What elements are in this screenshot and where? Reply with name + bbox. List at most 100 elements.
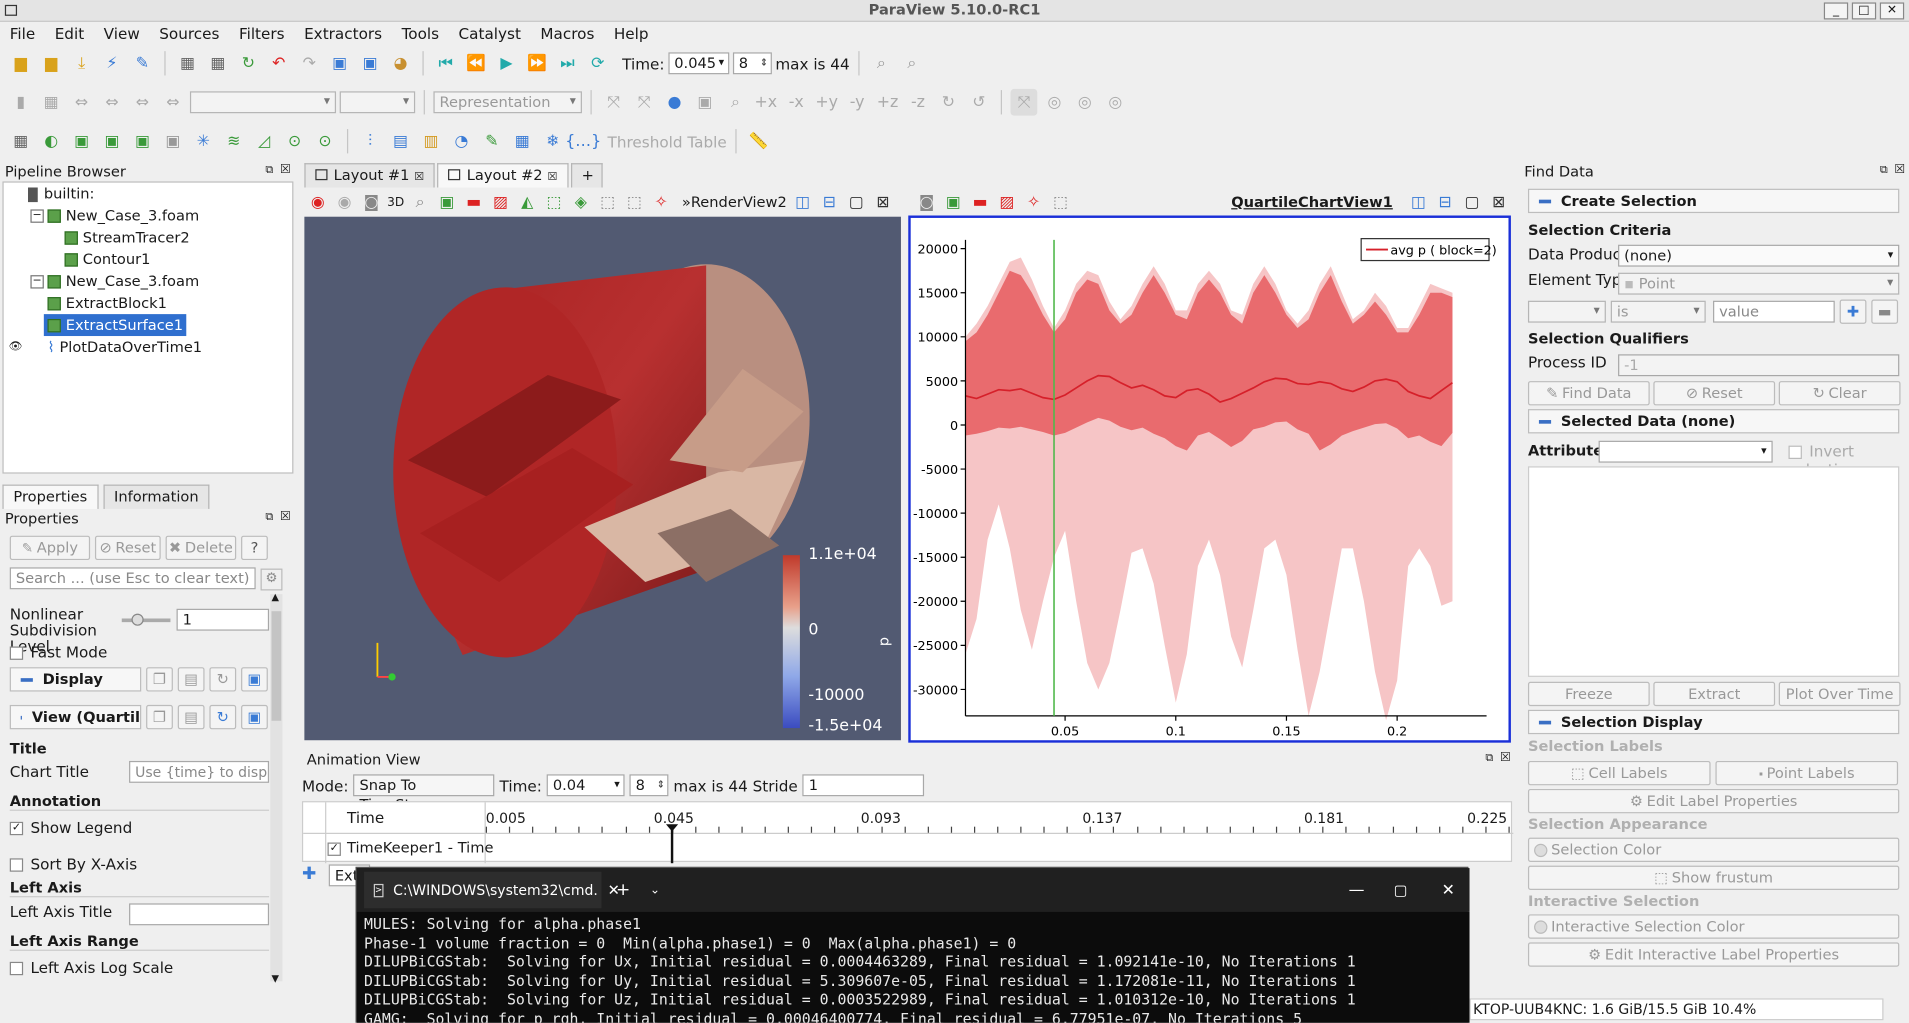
capture-all-icon[interactable]: ◉: [334, 189, 356, 216]
collapse-icon[interactable]: −: [30, 209, 44, 223]
show-frustum-button[interactable]: ⬚ Show frustum: [1527, 865, 1900, 890]
group-icon[interactable]: ⊙: [281, 128, 308, 155]
stream-tracer-icon[interactable]: ≋: [220, 128, 247, 155]
copy-icon[interactable]: ❐: [146, 667, 173, 692]
time-cursor[interactable]: [670, 826, 674, 864]
probe-icon[interactable]: ◔: [448, 128, 475, 155]
clear-selection-icon[interactable]: ✧: [1023, 189, 1045, 216]
zoom-to-box-icon[interactable]: ⌕: [722, 89, 749, 116]
menu-view[interactable]: View: [94, 22, 150, 45]
select-cells-icon[interactable]: ▣: [436, 189, 458, 216]
point-labels-button[interactable]: ⬝ Point Labels: [1715, 760, 1899, 786]
plot-over-line-icon[interactable]: ⫶: [357, 128, 384, 155]
3d-toggle-button[interactable]: 3D: [387, 195, 404, 208]
render-view-3d[interactable]: 1.1e+04 0 -10000 -1.5e+04 p: [304, 216, 901, 741]
freeze-button[interactable]: Freeze: [1527, 681, 1650, 707]
criteria-operator-combo[interactable]: is: [1610, 300, 1706, 323]
stride-input[interactable]: 1: [802, 774, 925, 797]
maximize-view-icon[interactable]: ▢: [1461, 189, 1483, 216]
custom-range-icon[interactable]: ⇔: [99, 89, 126, 116]
menu-extractors[interactable]: Extractors: [294, 22, 391, 45]
menu-file[interactable]: File: [0, 22, 45, 45]
chart-title-input[interactable]: Use {time} to displ...: [129, 760, 270, 783]
edit-interactive-button[interactable]: ⚙ Edit Interactive Label Properties: [1527, 942, 1900, 967]
help-button[interactable]: ?: [241, 535, 268, 561]
camera-redo-icon[interactable]: ▣: [357, 50, 384, 77]
representation-combo[interactable]: Representation: [433, 91, 582, 114]
restore-icon[interactable]: ↻: [209, 704, 237, 730]
extract-level-icon[interactable]: ⊙: [312, 128, 339, 155]
close-button[interactable]: ✕: [1879, 2, 1905, 20]
panel-float-icon[interactable]: ⧉: [265, 511, 273, 523]
toggle-icon[interactable]: ▮: [7, 89, 34, 116]
menu-sources[interactable]: Sources: [150, 22, 230, 45]
split-vertical-icon[interactable]: ⊟: [818, 189, 840, 216]
selected-data-header[interactable]: Selected Data (none): [1527, 409, 1900, 434]
select-polygon-icon[interactable]: ◭: [516, 189, 538, 216]
view-plus-x-icon[interactable]: +x: [752, 89, 779, 116]
tab-dropdown-icon[interactable]: ⌄: [650, 883, 660, 896]
interactive-color-button[interactable]: Interactive Selection Color: [1527, 914, 1900, 939]
save-default-icon[interactable]: ▣: [241, 704, 268, 730]
menu-macros[interactable]: Macros: [531, 22, 604, 45]
create-selection-header[interactable]: Create Selection: [1527, 188, 1900, 214]
new-layout-button[interactable]: +: [570, 163, 603, 188]
display-section-header[interactable]: Display: [9, 667, 142, 692]
terminal-close-icon[interactable]: ✕: [1442, 881, 1455, 899]
redo-icon[interactable]: ↷: [296, 50, 323, 77]
contour-icon[interactable]: ◐: [38, 128, 65, 155]
menu-tools[interactable]: Tools: [392, 22, 449, 45]
center-axes-icon[interactable]: ◎: [1102, 89, 1129, 116]
reset-camera-icon[interactable]: ⤧: [600, 89, 627, 116]
visible-range-icon[interactable]: ⇔: [159, 89, 186, 116]
tab-properties[interactable]: Properties: [2, 484, 99, 509]
apply-button[interactable]: ✎ Apply: [9, 535, 91, 561]
panel-float-icon[interactable]: ⧉: [265, 164, 273, 176]
add-track-icon[interactable]: ✚: [302, 864, 321, 883]
shrink-selection-icon[interactable]: ⬚: [623, 189, 645, 216]
camera-undo-icon[interactable]: ▣: [326, 50, 353, 77]
pipeline-item[interactable]: ExtractSurface1: [4, 314, 293, 337]
view-plus-y-icon[interactable]: +y: [813, 89, 840, 116]
properties-scrollbar[interactable]: ▲ ▼: [270, 592, 283, 984]
select-remove-icon[interactable]: ▬: [969, 189, 991, 216]
calculator-icon[interactable]: ▦: [7, 128, 34, 155]
terminal-minimize-icon[interactable]: —: [1349, 881, 1365, 899]
recent-folder-icon[interactable]: ▆: [38, 50, 65, 77]
ruler-icon[interactable]: 📏: [745, 128, 772, 155]
copy-icon[interactable]: ❐: [146, 704, 173, 730]
panel-close-icon[interactable]: ☒: [280, 163, 291, 176]
show-legend-checkbox[interactable]: ✓ Show Legend: [9, 818, 133, 836]
tab-information[interactable]: Information: [103, 484, 210, 509]
snowflake-icon[interactable]: ❄: [539, 128, 566, 155]
zoom-icon[interactable]: ⌕: [409, 189, 431, 216]
panel-close-icon[interactable]: ☒: [1500, 751, 1511, 764]
zoom-box-icon[interactable]: ▣: [692, 89, 719, 116]
split-horizontal-icon[interactable]: ◫: [792, 189, 814, 216]
extract-subset-icon[interactable]: ▣: [159, 128, 186, 155]
next-frame-icon[interactable]: ⏩: [524, 50, 551, 77]
anim-time-combo[interactable]: 0.04 ▾: [546, 774, 625, 797]
histogram-icon[interactable]: ▥: [418, 128, 445, 155]
connect-icon[interactable]: ⚡: [99, 50, 126, 77]
open-folder-icon[interactable]: ▆: [7, 50, 34, 77]
view-minus-z-icon[interactable]: -z: [905, 89, 932, 116]
selected-data-table[interactable]: [1527, 466, 1900, 677]
paste-icon[interactable]: ▤: [177, 704, 205, 730]
pick-center-icon[interactable]: ◎: [1071, 89, 1098, 116]
color-map-editor-icon[interactable]: ▦: [38, 89, 65, 116]
split-horizontal-icon[interactable]: ◫: [1407, 189, 1429, 216]
terminal-window[interactable]: > C:\WINDOWS\system32\cmd. ✕ + ⌄ — ▢ ✕ M…: [355, 866, 1470, 1023]
plot-selection-icon[interactable]: ▤: [387, 128, 414, 155]
save-data-icon[interactable]: ⤓: [68, 50, 95, 77]
nonlinear-slider[interactable]: [121, 613, 171, 626]
nonlinear-value[interactable]: 1: [176, 608, 270, 631]
menu-edit[interactable]: Edit: [45, 22, 94, 45]
split-vertical-icon[interactable]: ⊟: [1434, 189, 1456, 216]
view-minus-x-icon[interactable]: -x: [783, 89, 810, 116]
palette-icon[interactable]: ◕: [387, 50, 414, 77]
panel-close-icon[interactable]: ☒: [280, 510, 291, 523]
clip-icon[interactable]: ▣: [68, 128, 95, 155]
rotate-minus-90-icon[interactable]: ↺: [965, 89, 992, 116]
delete-button[interactable]: ✖ Delete: [165, 535, 237, 561]
